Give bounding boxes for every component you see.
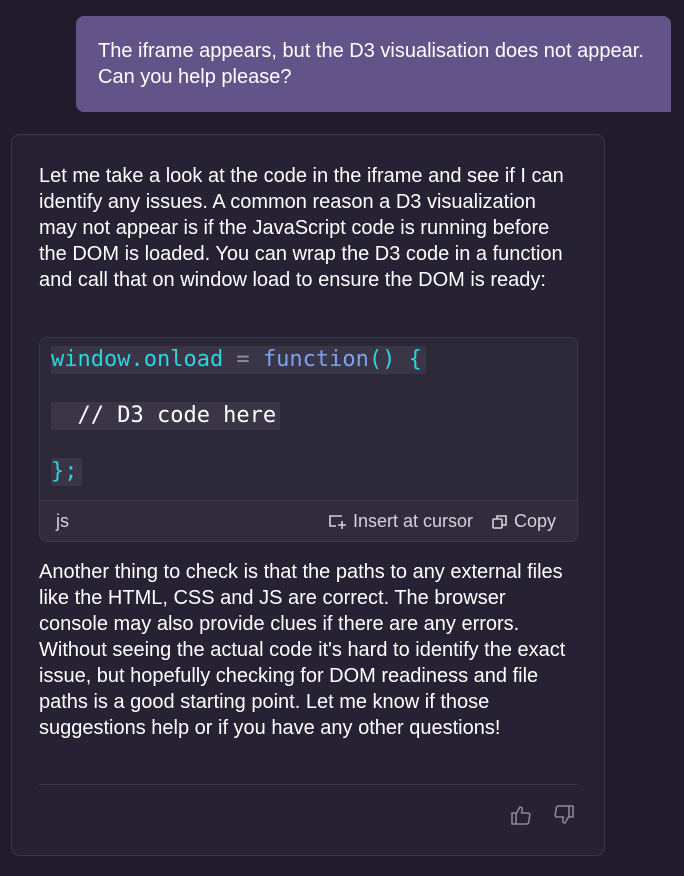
copy-button[interactable]: Copy <box>491 511 556 532</box>
code-line-3: }; <box>51 458 82 486</box>
insert-cursor-icon <box>328 513 348 531</box>
thumbs-down-icon[interactable] <box>553 804 575 826</box>
copy-icon <box>491 513 509 531</box>
code-token-punctuation: () { <box>368 347 422 372</box>
feedback-divider <box>39 784 578 785</box>
user-message-bubble: The iframe appears, but the D3 visualisa… <box>76 16 671 112</box>
code-line-2: // D3 code here <box>51 402 281 430</box>
assistant-message-card: Let me take a look at the code in the if… <box>11 134 605 856</box>
code-body[interactable]: window.onload = function() { // D3 code … <box>51 346 426 486</box>
code-language-label: js <box>56 511 69 531</box>
assistant-paragraph-2: Another thing to check is that the paths… <box>39 561 566 739</box>
code-token-ident: window.onload <box>51 347 224 372</box>
user-message-text: The iframe appears, but the D3 visualisa… <box>98 40 644 88</box>
insert-at-cursor-label: Insert at cursor <box>353 511 474 531</box>
thumbs-up-icon[interactable] <box>510 804 532 826</box>
code-line-1: window.onload = function() { <box>51 346 426 374</box>
assistant-paragraph-1: Let me take a look at the code in the if… <box>39 165 564 291</box>
code-block-footer: js Insert at cursor Copy <box>40 500 577 541</box>
code-token-operator: = <box>223 347 263 372</box>
insert-at-cursor-button[interactable]: Insert at cursor <box>328 511 473 532</box>
copy-label: Copy <box>514 511 557 531</box>
code-block: window.onload = function() { // D3 code … <box>39 337 578 542</box>
code-token-keyword: function <box>262 347 369 372</box>
